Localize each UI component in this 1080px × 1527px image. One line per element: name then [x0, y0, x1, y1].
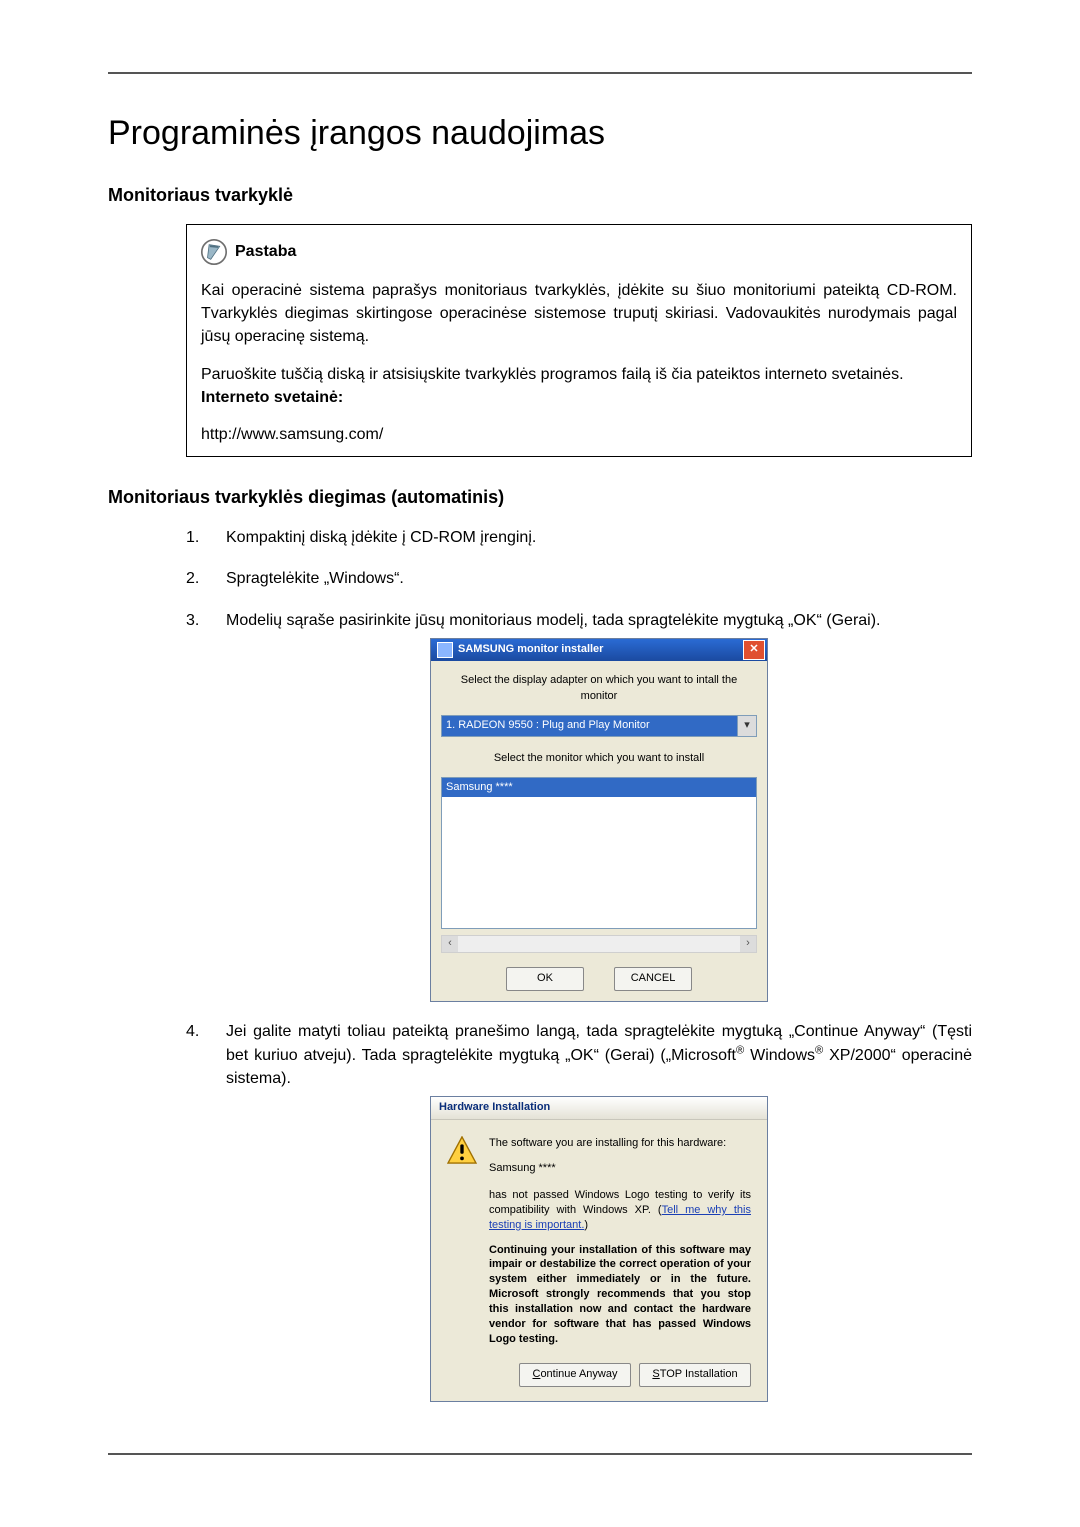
reg-mark-1: ®	[736, 1045, 744, 1057]
note-label: Pastaba	[235, 240, 296, 263]
installer-title-left: SAMSUNG monitor installer	[437, 642, 603, 658]
content-area: Programinės įrangos naudojimas Monitoria…	[108, 100, 972, 1420]
note-paragraph-2: Paruoškite tuščią diską ir atsisiųskite …	[201, 363, 957, 409]
adapter-combo[interactable]: 1. RADEON 9550 : Plug and Play Monitor ▾	[441, 715, 757, 737]
step-4-mid: Windows	[744, 1047, 815, 1064]
scroll-right-icon[interactable]: ›	[740, 936, 756, 952]
step-4: Jei galite matyti toliau pateiktą praneš…	[186, 1020, 972, 1402]
hw-button-row: Continue Anyway STOP Installation	[431, 1357, 767, 1401]
note-icon	[201, 239, 227, 265]
hw-p2b: )	[584, 1219, 588, 1231]
note-paragraph-1: Kai operacinė sistema paprašys monitoria…	[201, 279, 957, 349]
step-4-text: Jei galite matyti toliau pateiktą praneš…	[226, 1023, 972, 1088]
page-title: Programinės įrangos naudojimas	[108, 114, 972, 153]
monitor-list-item[interactable]: Samsung ****	[442, 778, 756, 798]
install-steps: Kompaktinį diską įdėkite į CD-ROM įrengi…	[186, 526, 972, 1401]
stop-underline: S	[652, 1367, 659, 1383]
installer-body: Select the display adapter on which you …	[431, 661, 767, 1001]
cancel-button[interactable]: CANCEL	[614, 967, 692, 991]
close-icon[interactable]: ✕	[743, 640, 765, 660]
document-page: Programinės įrangos naudojimas Monitoria…	[0, 0, 1080, 1527]
installer-button-row: OK CANCEL	[441, 967, 757, 991]
note-p2-text: Paruoškite tuščią diską ir atsisiųskite …	[201, 366, 904, 383]
chevron-down-icon[interactable]: ▾	[737, 716, 756, 736]
note-site-label: Interneto svetainė:	[201, 389, 343, 406]
hw-device-name: Samsung ****	[489, 1161, 751, 1176]
hw-line-2: has not passed Windows Logo testing to v…	[489, 1188, 751, 1233]
top-rule	[108, 72, 972, 74]
continue-rest: ontinue Anyway	[540, 1367, 617, 1383]
step-3-text: Modelių sąraše pasirinkite jūsų monitori…	[226, 612, 881, 629]
monitor-listbox[interactable]: Samsung ****	[441, 777, 757, 929]
app-icon	[437, 642, 453, 658]
step-3: Modelių sąraše pasirinkite jūsų monitori…	[186, 609, 972, 1002]
continue-underline: C	[532, 1367, 540, 1383]
stop-installation-button[interactable]: STOP Installation	[639, 1363, 751, 1387]
section-auto-install: Monitoriaus tvarkyklės diegimas (automat…	[108, 487, 972, 508]
stop-rest: TOP Installation	[660, 1367, 738, 1383]
installer-subhead-2: Select the monitor which you want to ins…	[441, 751, 757, 767]
step-1: Kompaktinį diską įdėkite į CD-ROM įrengi…	[186, 526, 972, 549]
bottom-rule	[108, 1453, 972, 1455]
installer-title: SAMSUNG monitor installer	[458, 642, 603, 658]
horizontal-scrollbar[interactable]: ‹ ›	[441, 935, 757, 953]
section-monitor-driver: Monitoriaus tvarkyklė	[108, 185, 972, 206]
installer-titlebar: SAMSUNG monitor installer ✕	[431, 639, 767, 661]
hw-text: The software you are installing for this…	[489, 1136, 751, 1346]
warning-icon	[447, 1136, 477, 1164]
hw-warning-paragraph: Continuing your installation of this sof…	[489, 1243, 751, 1347]
hw-titlebar: Hardware Installation	[431, 1097, 767, 1120]
installer-subhead-1: Select the display adapter on which you …	[441, 673, 757, 705]
scroll-left-icon[interactable]: ‹	[442, 936, 458, 952]
step-2: Spragtelėkite „Windows“.	[186, 567, 972, 590]
hw-body: The software you are installing for this…	[431, 1120, 767, 1356]
hardware-installation-window: Hardware Installation The software you a…	[430, 1096, 768, 1401]
note-header: Pastaba	[201, 239, 957, 265]
note-url: http://www.samsung.com/	[201, 423, 957, 446]
note-box: Pastaba Kai operacinė sistema paprašys m…	[186, 224, 972, 457]
installer-window: SAMSUNG monitor installer ✕ Select the d…	[430, 638, 768, 1002]
continue-anyway-button[interactable]: Continue Anyway	[519, 1363, 631, 1387]
hw-line-1: The software you are installing for this…	[489, 1136, 751, 1151]
adapter-combo-value: 1. RADEON 9550 : Plug and Play Monitor	[442, 716, 737, 736]
ok-button[interactable]: OK	[506, 967, 584, 991]
scroll-track[interactable]	[458, 936, 740, 952]
